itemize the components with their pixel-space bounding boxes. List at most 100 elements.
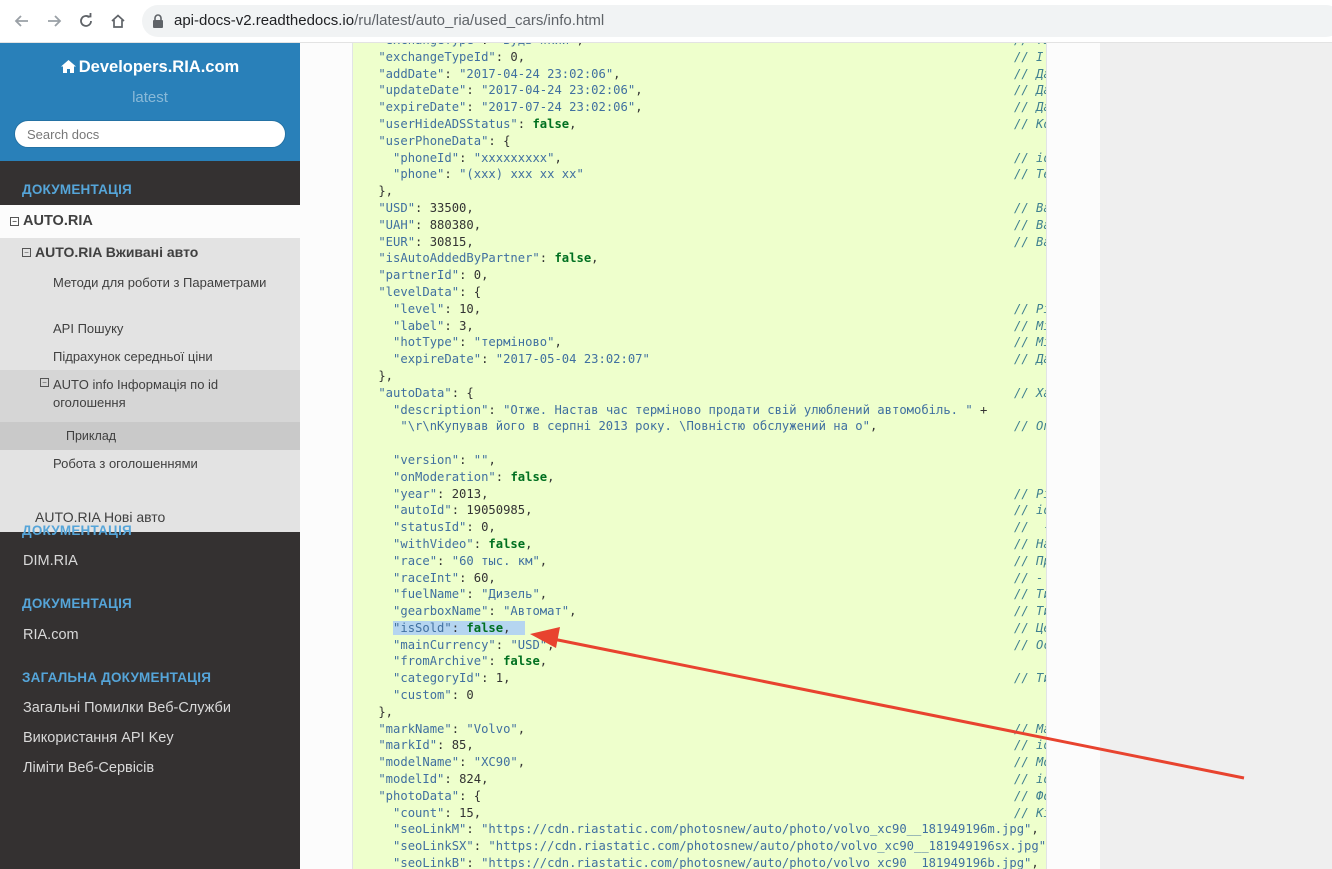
code-line: "description": "Отже. Настав час терміно… [393,402,988,417]
code-comment: // id [1014,738,1046,753]
nav-item-search-api[interactable]: API Пошуку [53,320,283,338]
code-comment: // Ва [1014,200,1046,215]
search-input[interactable] [14,120,286,148]
code-comment: // I [1014,49,1044,64]
code-line: "autoId": 19050985, [393,503,533,518]
code-comment [1014,183,1046,200]
code-line: "EUR": 30815, [378,234,474,249]
code-line: "version": "", [393,452,496,467]
code-comment: // Ко [1014,116,1046,131]
nav-item-average-price[interactable]: Підрахунок середньої ціни [53,348,283,366]
nav-item-used-cars[interactable]: AUTO.RIA Вживані авто [35,244,198,260]
code-comment: // id [1014,150,1046,165]
nav-item-params-methods[interactable]: Методи для роботи з Параметрами [53,274,283,292]
code-comment: // Кі [1014,805,1046,820]
code-comment [1014,855,1046,869]
collapse-icon[interactable]: − [22,248,31,257]
code-comment: // Ти [1014,587,1046,602]
url-text: api-docs-v2.readthedocs.io/ru/latest/aut… [174,12,604,29]
back-button[interactable] [10,9,34,33]
code-comment [1014,653,1046,670]
sidebar-header: Developers.RIA.com latest [0,43,300,161]
nav-item-general-errors[interactable]: Загальні Помилки Веб-Служби [0,700,300,716]
page-margin [1100,43,1332,869]
code-line: "userPhoneData": { [378,133,511,148]
code-comment [1014,435,1046,452]
home-icon [111,14,125,28]
code-comment [1014,838,1046,855]
forward-button[interactable] [42,9,66,33]
nav-active-auto-info: − AUTO info Інформація по id оголошення [0,370,300,430]
code-comment: // Рі [1014,486,1046,501]
code-comment: // Ма [1014,721,1046,736]
nav-item-example[interactable]: Приклад [0,422,300,450]
code-line: "seoLinkB": "https://cdn.riastatic.com/p… [393,856,1039,869]
version-label: latest [132,89,168,106]
code-line: "year": 2013, [393,486,489,501]
nav-item-auto-info[interactable]: AUTO info Інформація по id оголошення [53,376,283,412]
code-comment [1014,452,1046,469]
docs-sidebar: Developers.RIA.com latest ДОКУМЕНТАЦІЯ −… [0,43,300,869]
home-button[interactable] [106,9,130,33]
code-comment [1014,469,1046,486]
code-comment [1014,368,1046,385]
forward-arrow-icon [48,15,62,27]
code-comment: // Фо [1014,788,1046,803]
code-comment: // id [1014,772,1046,787]
code-comment: // Ва [1014,217,1046,232]
code-line: "raceInt": 60, [393,570,496,585]
address-bar[interactable]: api-docs-v2.readthedocs.io/ru/latest/aut… [142,5,1332,37]
code-line: "USD": 33500, [378,200,474,215]
code-comment: // Ха [1014,385,1046,400]
code-line: }, [371,704,394,719]
back-arrow-icon [14,15,28,27]
code-comment: // Да [1014,83,1046,98]
nav-item-label: Приклад [66,429,117,443]
code-line: "\r\nКупував його в серпні 2013 року. \П… [400,419,878,434]
nav-item-dim-ria[interactable]: DIM.RIA [0,553,300,569]
code-comments: // Ti// I// Да// Да// Да// Ко// id// Те/… [1014,43,1046,869]
code-comment [1014,267,1046,284]
caption-documentation: ДОКУМЕНТАЦІЯ [22,523,132,538]
reload-button[interactable] [74,9,98,33]
nav-item-listings[interactable]: Робота з оголошеннями [53,455,283,473]
code-line: "custom": 0 [393,688,474,703]
code-comment: // Пр [1014,553,1046,568]
code-line: "fuelName": "Дизель", [393,587,548,602]
code-comment: // Оп [1014,419,1046,434]
code-line: "statusId": 0, [393,520,496,535]
url-host: api-docs-v2.readthedocs.io [174,12,355,29]
code-line: "addDate": "2017-04-24 23:02:06", [378,66,621,81]
code-comment [1014,704,1046,721]
code-line: "gearboxName": "Автомат", [393,604,577,619]
code-comment: // Ти [1014,604,1046,619]
code-comment [1014,402,1046,419]
collapse-icon[interactable]: − [40,378,49,387]
code-comment: // На [1014,536,1046,551]
code-line: "label": 3, [393,318,474,333]
nav-item-limits[interactable]: Ліміти Веб-Сервісів [0,760,300,776]
brand-link[interactable]: Developers.RIA.com [0,58,300,77]
home-icon [60,60,76,73]
code-comment: // Це [1014,620,1046,635]
code-line: "onModeration": false, [393,469,555,484]
code-comment: // Те [1014,167,1046,182]
code-comment [1014,687,1046,704]
reload-icon [80,13,92,27]
code-line: "photoData": { [378,788,482,803]
code-line: "autoData": { [378,385,474,400]
code-line: "markName": "Volvo", [378,721,526,736]
nav-item-ria-com[interactable]: RIA.com [0,627,300,643]
nav-item-api-key[interactable]: Використання API Key [0,730,300,746]
code-line: "userHideADSStatus": false, [378,116,577,131]
collapse-icon[interactable]: − [10,217,19,226]
caption-documentation: ДОКУМЕНТАЦІЯ [22,182,132,197]
nav-item-auto-ria[interactable]: − AUTO.RIA [0,205,300,238]
browser-toolbar: api-docs-v2.readthedocs.io/ru/latest/aut… [0,0,1332,43]
code-line: "updateDate": "2017-04-24 23:02:06", [378,83,643,98]
code-line: "modelId": 824, [378,772,489,787]
code-comment [1014,133,1046,150]
code-line: "partnerId": 0, [378,268,489,283]
code-line: "mainCurrency": "USD", [393,637,555,652]
code-line: "seoLinkM": "https://cdn.riastatic.com/p… [393,822,1039,837]
